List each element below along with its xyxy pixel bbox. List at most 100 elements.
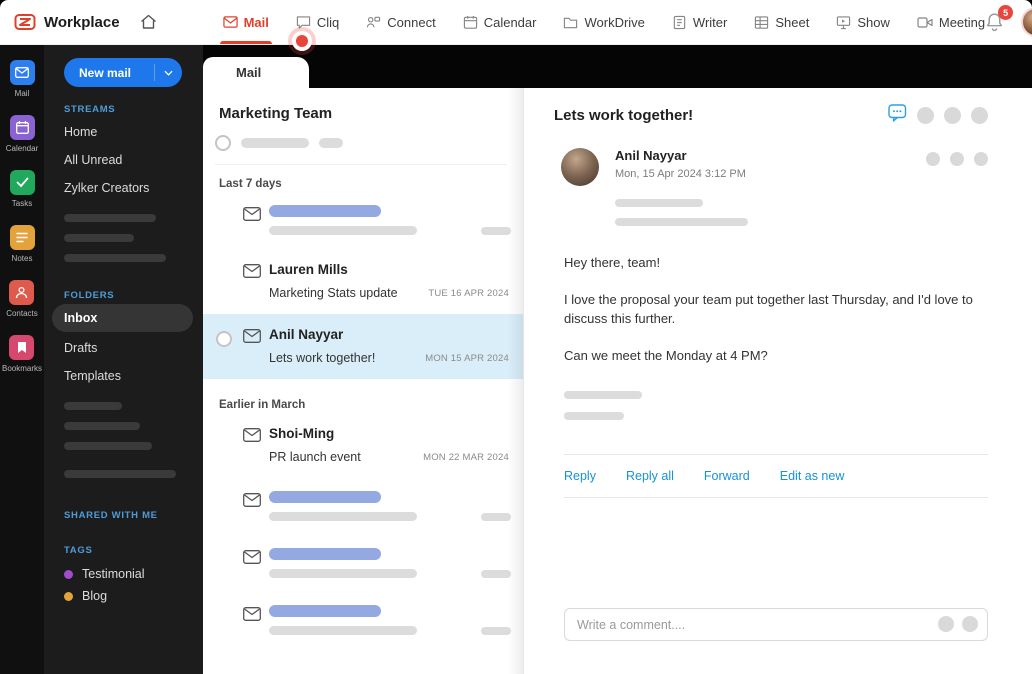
- skeleton-bar: [64, 254, 166, 262]
- skeleton-bar: [64, 402, 122, 410]
- mail-item-skeleton[interactable]: [203, 192, 523, 249]
- folders-section-label: FOLDERS: [64, 290, 115, 301]
- reply-link[interactable]: Reply: [564, 469, 596, 483]
- nav-calendar[interactable]: Calendar: [463, 0, 536, 44]
- forward-link[interactable]: Forward: [704, 469, 750, 483]
- mail-item-shoi-ming[interactable]: Shoi-Ming PR launch event MON 22 MAR 202…: [203, 413, 523, 478]
- sender-avatar: [561, 148, 599, 186]
- mail-item-lauren-mills[interactable]: Lauren Mills Marketing Stats update TUE …: [203, 249, 523, 314]
- mail-date: TUE 16 APR 2024: [428, 287, 509, 299]
- show-icon: [837, 15, 851, 29]
- rail-item-bookmarks[interactable]: Bookmarks: [2, 335, 42, 373]
- sidebar-item-templates[interactable]: Templates: [44, 362, 203, 390]
- streams-section-label: STREAMS: [64, 104, 116, 115]
- comment-action-placeholder[interactable]: [938, 616, 954, 632]
- rail-item-notes[interactable]: Notes: [9, 225, 35, 263]
- message-action-placeholder[interactable]: [950, 152, 964, 166]
- envelope-icon: [243, 329, 261, 348]
- mail-item-anil-nayyar[interactable]: Anil Nayyar Lets work together! MON 15 A…: [203, 314, 523, 379]
- skeleton-bar: [481, 226, 511, 235]
- home-icon: [140, 14, 156, 29]
- tag-blog[interactable]: Blog: [44, 581, 203, 603]
- rail-notes-icon: [9, 225, 35, 250]
- rail-item-contacts[interactable]: Contacts: [6, 280, 38, 318]
- nav-sheet[interactable]: Sheet: [754, 0, 809, 44]
- rail-calendar-label: Calendar: [5, 144, 39, 153]
- mail-item-radio[interactable]: [216, 331, 232, 347]
- nav-connect[interactable]: Connect: [366, 0, 436, 44]
- topbar-right: 5: [985, 5, 1032, 37]
- edit-as-new-link[interactable]: Edit as new: [780, 469, 845, 483]
- body-paragraph: I love the proposal your team put togeth…: [564, 291, 973, 327]
- shared-section-label: SHARED WITH ME: [64, 510, 158, 521]
- brand: Workplace: [0, 11, 120, 33]
- mail-sender: Shoi-Ming: [269, 426, 335, 441]
- tag-color-dot: [64, 569, 73, 579]
- mail-sender: Anil Nayyar: [269, 327, 344, 342]
- skeleton-bar: [481, 626, 511, 635]
- mail-workspace: Marketing Team Last 7 days Lauren Mills …: [203, 88, 1032, 674]
- message-action-placeholder[interactable]: [974, 152, 988, 166]
- tag-testimonial[interactable]: Testimonial: [44, 559, 203, 581]
- sidebar-item-inbox[interactable]: Inbox: [52, 304, 193, 332]
- skeleton-bar: [269, 226, 417, 235]
- nav-writer-label: Writer: [692, 14, 728, 30]
- message-action-placeholder[interactable]: [926, 152, 940, 166]
- select-all-radio[interactable]: [215, 135, 231, 151]
- tag-testimonial-label: Testimonial: [82, 567, 145, 581]
- zoho-logo: [14, 14, 36, 30]
- nav-workdrive[interactable]: WorkDrive: [563, 0, 645, 44]
- envelope-icon: [243, 428, 261, 447]
- home-button[interactable]: [140, 14, 157, 30]
- mail-date: MON 22 MAR 2024: [423, 451, 509, 463]
- tab-mail[interactable]: Mail: [203, 57, 309, 88]
- rail-item-mail[interactable]: Mail: [9, 60, 35, 98]
- rail-contacts-label: Contacts: [6, 309, 38, 318]
- new-mail-dropdown[interactable]: [154, 64, 182, 81]
- mail-sender: Lauren Mills: [269, 262, 348, 277]
- rail-tasks-icon: [9, 170, 35, 195]
- toolbar-action-placeholder[interactable]: [917, 107, 934, 124]
- message-body: Hey there, team! I love the proposal you…: [564, 253, 988, 365]
- sidebar-item-drafts[interactable]: Drafts: [44, 334, 203, 362]
- nav-show[interactable]: Show: [836, 0, 890, 44]
- comments-icon[interactable]: [888, 104, 907, 127]
- sidebar-item-all-unread[interactable]: All Unread: [44, 146, 203, 174]
- comment-action-placeholder[interactable]: [962, 616, 978, 632]
- rail-mail-label: Mail: [14, 89, 30, 98]
- rail-tasks-label: Tasks: [11, 199, 33, 208]
- body-paragraph: Can we meet the Monday at 4 PM?: [564, 347, 768, 363]
- rail-item-tasks[interactable]: Tasks: [9, 170, 35, 208]
- chevron-down-icon: [164, 70, 173, 76]
- reply-all-link[interactable]: Reply all: [626, 469, 674, 483]
- notifications-button[interactable]: 5: [985, 5, 1014, 32]
- toolbar-action-placeholder[interactable]: [971, 107, 988, 124]
- comment-input[interactable]: [564, 608, 988, 641]
- tag-blog-label: Blog: [82, 589, 108, 603]
- mail-item-skeleton[interactable]: [203, 535, 523, 592]
- mail-item-skeleton[interactable]: [203, 592, 523, 649]
- calendar-icon: [463, 15, 477, 29]
- rail-calendar-icon: [9, 115, 35, 140]
- skeleton-bar: [319, 138, 343, 148]
- new-mail-button[interactable]: New mail: [64, 58, 182, 87]
- message-datetime: Mon, 15 Apr 2024 3:12 PM: [615, 168, 746, 180]
- nav-writer[interactable]: Writer: [672, 0, 727, 44]
- nav-mail[interactable]: Mail: [219, 0, 272, 44]
- toolbar-action-placeholder[interactable]: [944, 107, 961, 124]
- nav-mail-label: Mail: [243, 14, 269, 30]
- sheet-icon: [755, 15, 769, 29]
- user-avatar[interactable]: [1021, 7, 1032, 37]
- onboarding-pulse-dot[interactable]: [296, 35, 308, 47]
- rail-item-calendar[interactable]: Calendar: [6, 115, 38, 153]
- group-label-earlier-in-march: Earlier in March: [219, 399, 306, 411]
- sidebar-item-zylker-creators[interactable]: Zylker Creators: [44, 174, 203, 202]
- nav-cliq-label: Cliq: [316, 14, 340, 30]
- app-rail: Mail Calendar Tasks Notes Contacts Bookm…: [0, 45, 44, 674]
- sidebar-item-home[interactable]: Home: [44, 118, 203, 146]
- mail-date: MON 15 APR 2024: [425, 352, 509, 364]
- nav-meeting[interactable]: Meeting: [917, 0, 985, 44]
- skeleton-bar: [241, 138, 309, 148]
- envelope-icon: [243, 607, 261, 626]
- mail-item-skeleton[interactable]: [203, 478, 523, 535]
